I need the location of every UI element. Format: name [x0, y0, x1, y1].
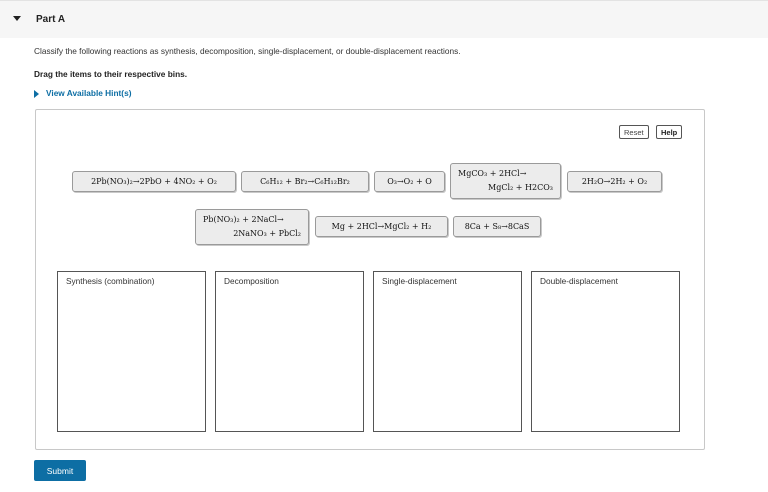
drag-instruction: Drag the items to their respective bins. — [34, 69, 188, 79]
part-header[interactable]: Part A — [0, 0, 768, 38]
reaction-item[interactable]: Mg + 2HCl→MgCl₂ + H₂ — [315, 216, 448, 237]
reaction-item[interactable]: 2H₂O→2H₂ + O₂ — [567, 171, 662, 192]
reaction-line-1: Pb(NO₃)₂ + 2NaCl→ — [203, 215, 284, 224]
reaction-item[interactable]: C₆H₁₂ + Br₂→C₆H₁₂Br₂ — [241, 171, 369, 192]
collapse-caret-icon[interactable] — [13, 16, 21, 21]
view-hints-label: View Available Hint(s) — [46, 88, 132, 98]
bin-label: Synthesis (combination) — [66, 276, 155, 286]
bin-label: Double-displacement — [540, 276, 618, 286]
part-title: Part A — [36, 14, 66, 25]
reaction-item[interactable]: 2Pb(NO₃)₂→2PbO + 4NO₂ + O₂ — [72, 171, 236, 192]
bin-single-displacement[interactable]: Single-displacement — [373, 271, 522, 432]
bin-label: Decomposition — [224, 276, 279, 286]
reaction-line-2: 2NaNO₃ + PbCl₂ — [233, 229, 301, 238]
bin-double-displacement[interactable]: Double-displacement — [531, 271, 680, 432]
expand-caret-icon — [34, 89, 39, 98]
reaction-item[interactable]: 8Ca + S₈→8CaS — [453, 216, 541, 237]
instruction-text: Classify the following reactions as synt… — [34, 46, 461, 56]
reaction-line-2: MgCl₂ + H2CO₃ — [488, 183, 553, 192]
reaction-item[interactable]: O₃→O₂ + O — [374, 171, 445, 192]
view-hints-link[interactable]: View Available Hint(s) — [34, 88, 131, 98]
reset-button[interactable]: Reset — [619, 125, 649, 139]
bin-decomposition[interactable]: Decomposition — [215, 271, 364, 432]
reaction-line-1: MgCO₃ + 2HCl→ — [458, 169, 527, 178]
bin-label: Single-displacement — [382, 276, 457, 286]
reaction-item[interactable]: Pb(NO₃)₂ + 2NaCl→ 2NaNO₃ + PbCl₂ — [195, 209, 309, 245]
reaction-item[interactable]: MgCO₃ + 2HCl→ MgCl₂ + H2CO₃ — [450, 163, 561, 199]
submit-button[interactable]: Submit — [34, 460, 86, 481]
help-button[interactable]: Help — [656, 125, 683, 139]
bin-synthesis[interactable]: Synthesis (combination) — [57, 271, 206, 432]
